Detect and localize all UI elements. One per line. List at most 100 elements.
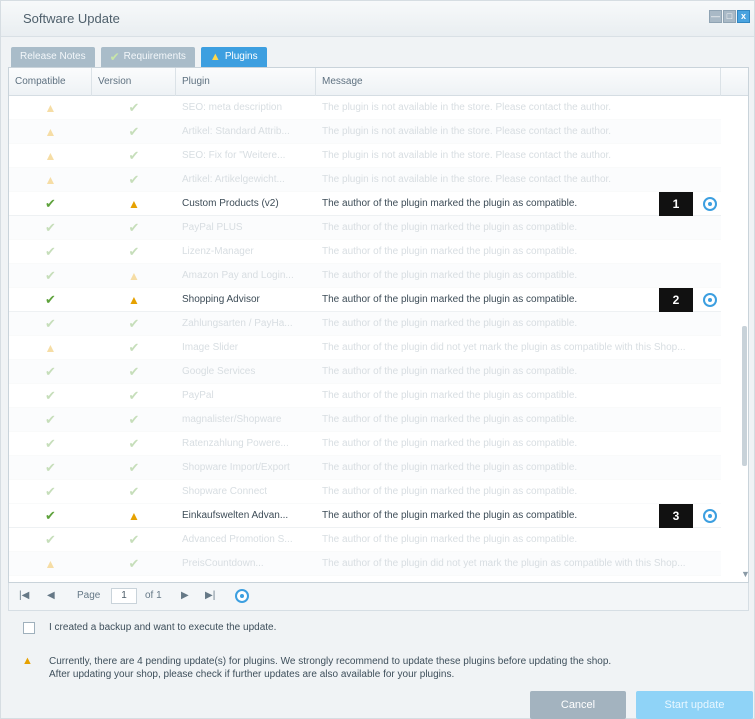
first-page-icon[interactable]: |◀ [19,590,29,601]
check-icon: ✔ [45,196,56,211]
annotation-badge: 2 [659,288,693,312]
plugin-name: Artikel: Artikelgewicht... [182,174,285,185]
table-row[interactable]: ▲ ✔ Image Slider The author of the plugin d… [9,336,721,360]
table-row[interactable]: ✔ ✔ Ratenzahlung Powere... The author of th… [9,432,721,456]
version-cell: ▲ [92,288,176,312]
next-page-icon[interactable]: ▶ [181,590,189,601]
tab-requirements[interactable]: ✔ Requirements [100,47,195,67]
plugin-name: Zahlungsarten / PayHa... [182,318,293,329]
compatible-cell: ✔ [9,192,92,216]
warning-icon: ▲ [44,341,57,355]
version-cell: ▲ [92,264,176,288]
scrollbar-thumb[interactable] [742,326,747,466]
update-plugin-icon[interactable] [703,293,717,307]
plugin-message: The author of the plugin marked the plug… [322,390,578,401]
plugin-name: Amazon Pay and Login... [182,270,294,281]
check-icon: ✔ [45,460,56,475]
check-icon: ✔ [128,172,140,187]
table-row[interactable]: ✔ ✔ Zahlungsarten / PayHa... The author of … [9,312,721,336]
minimize-button[interactable]: — [709,10,722,23]
table-row[interactable]: ✔ ✔ Google Services The author of the plugi… [9,360,721,384]
check-icon: ✔ [128,412,140,427]
window-titlebar: Software Update — □ x [1,1,754,37]
previous-page-icon[interactable]: ◀ [47,590,55,601]
compatible-cell: ▲ [9,168,92,192]
plugin-message: The plugin is not available in the store… [322,126,612,137]
tab-release-notes[interactable]: Release Notes [11,47,95,67]
check-icon: ✔ [45,292,56,307]
version-cell: ▲ [92,504,176,528]
table-row[interactable]: ✔ ✔ PayPal The author of the plugin marked … [9,384,721,408]
check-icon: ✔ [45,532,56,547]
plugin-name: SEO: meta description [182,102,283,113]
header-version[interactable]: Version [92,68,176,96]
close-button[interactable]: x [737,10,750,23]
backup-checkbox[interactable] [23,622,35,634]
header-message[interactable]: Message [316,68,721,96]
compatible-cell: ✔ [9,312,92,336]
check-icon: ✔ [128,100,140,115]
software-update-window: Software Update — □ x Release Notes ✔ Requ… [0,0,755,719]
tab-plugins[interactable]: ▲ Plugins [200,47,267,67]
version-cell: ✔ [92,216,176,240]
pagination-toolbar: |◀ ◀ Page 1 of 1 ▶ ▶| [8,583,749,611]
table-row[interactable]: ✔ ✔ Lizenz-Manager The author of the plugin… [9,240,721,264]
table-row[interactable]: ▲ ✔ SEO: meta description The plugin is not… [9,96,721,120]
table-row[interactable]: ✔ ✔ Shopware Import/Export The author of th… [9,456,721,480]
table-row[interactable]: ✔ ✔ magnalister/Shopware The author of the … [9,408,721,432]
compatible-cell: ✔ [9,408,92,432]
window-title: Software Update [23,11,120,26]
compatible-cell: ▲ [9,552,92,576]
last-page-icon[interactable]: ▶| [205,590,215,601]
table-row[interactable]: ▲ ✔ Artikel: Artikelgewicht... The plugin i… [9,168,721,192]
plugin-name: magnalister/Shopware [182,414,282,425]
notice-line-1: Currently, there are 4 pending update(s)… [49,656,612,667]
page-count-label: of 1 [145,590,162,601]
check-icon: ✔ [128,124,140,139]
version-cell: ✔ [92,456,176,480]
compatible-cell: ✔ [9,504,92,528]
compatible-cell: ✔ [9,360,92,384]
compatible-cell: ✔ [9,528,92,552]
check-icon: ✔ [128,388,140,403]
check-icon: ✔ [128,340,140,355]
header-plugin[interactable]: Plugin [176,68,316,96]
grid-scrollbar[interactable] [740,96,748,580]
update-plugin-icon[interactable] [703,509,717,523]
table-row[interactable]: ▲ ✔ SEO: Fix for "Weitere... The plugin is … [9,144,721,168]
check-icon: ✔ [128,244,140,259]
table-row[interactable]: ▲ ✔ Artikel: Standard Attrib... The plugin … [9,120,721,144]
check-icon: ✔ [128,148,140,163]
scroll-down-icon[interactable]: ▼ [741,569,750,579]
table-row[interactable]: ✔ ▲ Custom Products (v2) The author of the … [9,192,721,216]
warning-icon: ▲ [209,51,221,63]
compatible-cell: ✔ [9,264,92,288]
cancel-button[interactable]: Cancel [530,691,626,719]
tab-label: Requirements [123,51,186,62]
table-row[interactable]: ✔ ✔ Shopware Connect The author of the plug… [9,480,721,504]
check-icon: ✔ [128,484,140,499]
check-icon: ✔ [45,484,56,499]
version-cell: ✔ [92,360,176,384]
plugin-name: Artikel: Standard Attrib... [182,126,290,137]
plugin-name: Shopware Import/Export [182,462,290,473]
table-row[interactable]: ✔ ✔ Advanced Promotion S... The author of t… [9,528,721,552]
annotation-badge: 1 [659,192,693,216]
maximize-button[interactable]: □ [723,10,736,23]
plugin-message: The plugin is not available in the store… [322,102,612,113]
page-number-input[interactable]: 1 [111,588,137,604]
table-row[interactable]: ✔ ▲ Einkaufswelten Advan... The author of t… [9,504,721,528]
check-icon: ✔ [128,364,140,379]
refresh-icon[interactable] [235,589,249,603]
header-compatible[interactable]: Compatible [9,68,92,96]
warning-icon: ▲ [44,557,57,571]
update-plugin-icon[interactable] [703,197,717,211]
version-cell: ✔ [92,552,176,576]
table-row[interactable]: ✔ ▲ Amazon Pay and Login... The author of t… [9,264,721,288]
table-row[interactable]: ▲ ✔ PreisCountdown... The author of the plu… [9,552,721,576]
table-row[interactable]: ✔ ✔ PayPal PLUS The author of the plugin ma… [9,216,721,240]
table-row[interactable]: ✔ ▲ Shopping Advisor The author of the plug… [9,288,721,312]
start-update-button[interactable]: Start update [636,691,753,719]
check-icon: ✔ [128,220,140,235]
warning-icon: ▲ [128,293,140,307]
